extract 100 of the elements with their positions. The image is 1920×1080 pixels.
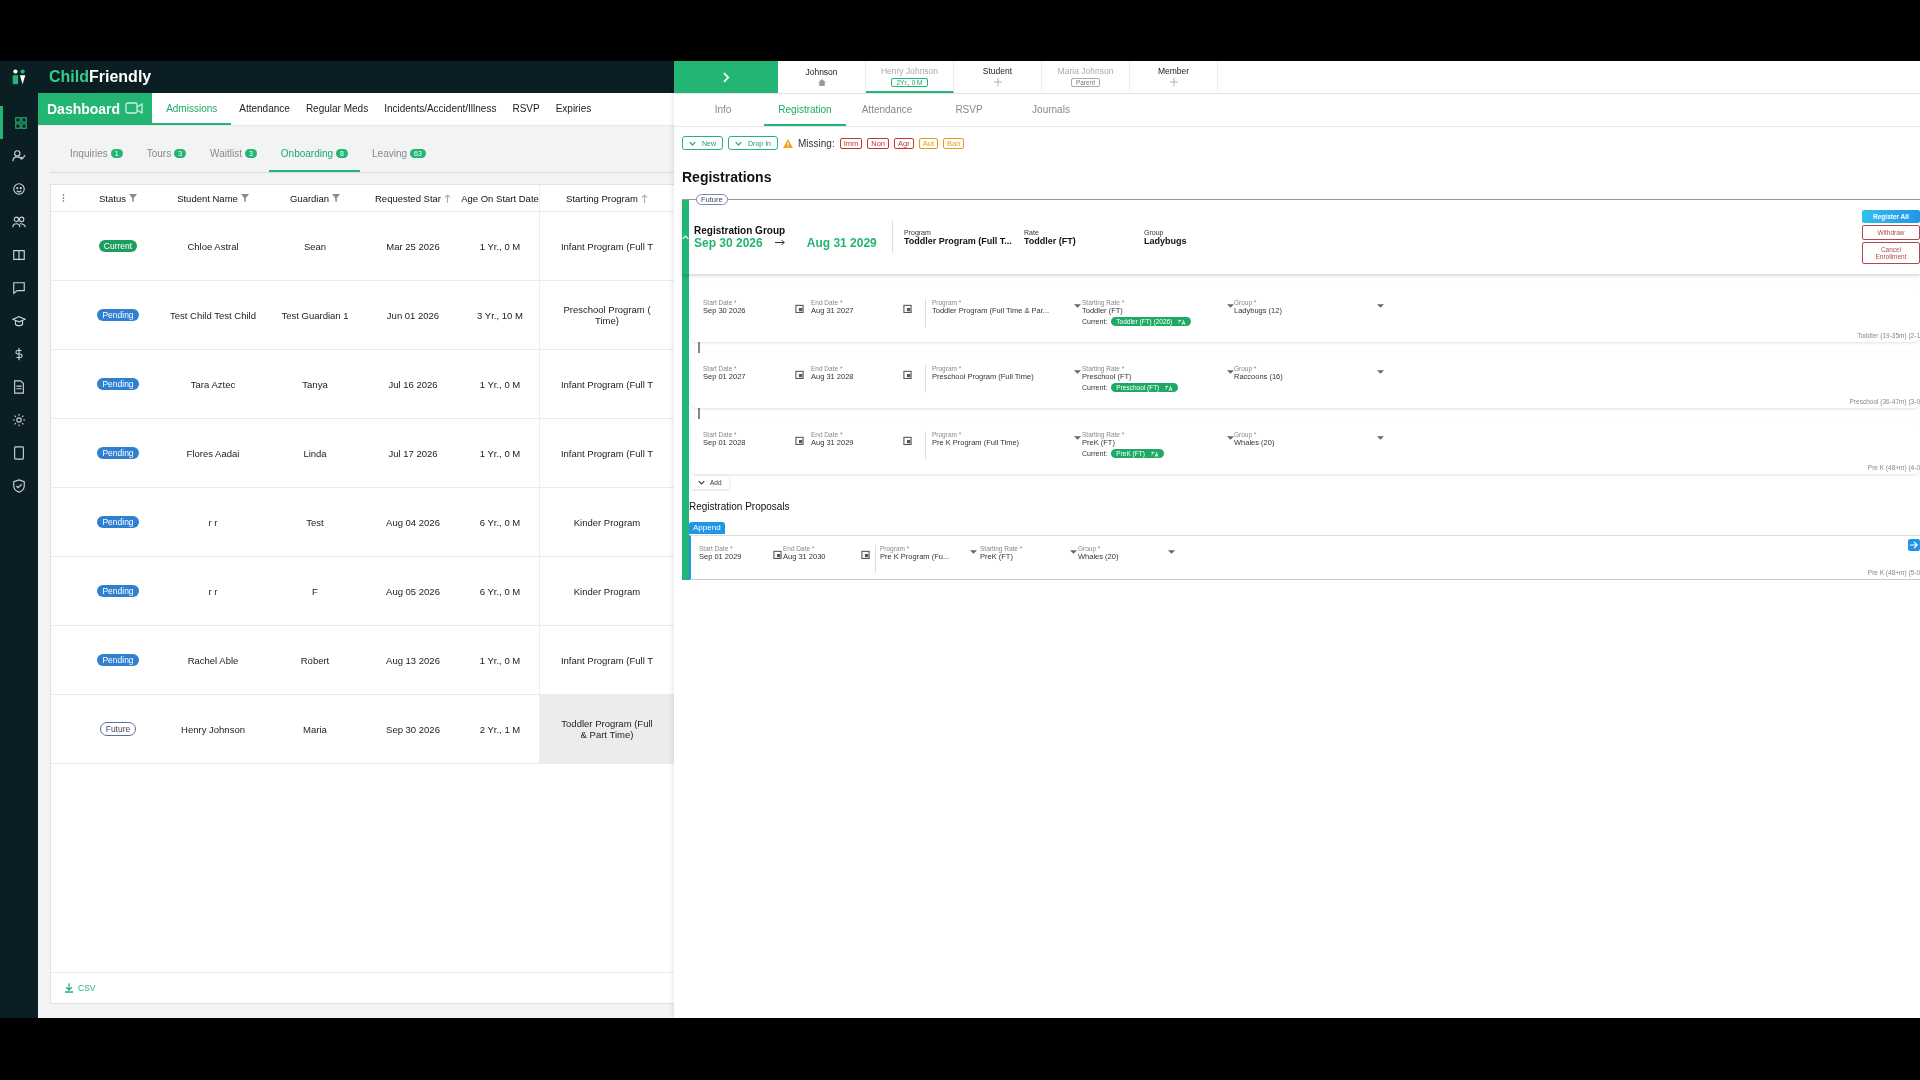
calendar-icon[interactable] [903, 436, 912, 445]
table-cell: Sep 30 2026 [386, 723, 440, 735]
translate-icon [1178, 318, 1187, 325]
dropdown-caret-icon[interactable] [1074, 304, 1081, 308]
table-cell: Infant Program (Full T [560, 240, 654, 252]
column-header[interactable]: Status [99, 192, 126, 204]
subtab-label: Onboarding [280, 147, 334, 159]
dropdown-caret-icon[interactable] [1070, 550, 1077, 554]
table-cell: Maria [303, 723, 327, 735]
dollar-icon [12, 346, 26, 361]
status-badge: Future [99, 722, 137, 736]
column-header[interactable]: Guardian [289, 192, 330, 204]
status-badge: Pending [97, 585, 139, 597]
table-cell: Tara Aztec [190, 378, 236, 390]
warning-icon [783, 138, 793, 148]
table-cell: 1 Yr., 0 M [479, 240, 521, 252]
logo-icon [10, 68, 28, 86]
status-badge: Current [98, 240, 138, 252]
chevron-down-icon [698, 480, 705, 485]
translate-icon [1165, 384, 1174, 391]
person-tab[interactable]: Student [954, 61, 1042, 93]
status-badge: Pending [97, 516, 139, 528]
table-cell: Infant Program (Full T [560, 378, 654, 390]
table-cell: 1 Yr., 0 M [479, 654, 521, 666]
filter-icon[interactable] [128, 194, 137, 202]
table-cell: Jul 16 2026 [388, 378, 438, 390]
logo[interactable]: ChildFriendly [49, 68, 152, 86]
status-badge: Pending [97, 378, 139, 390]
tab[interactable]: Info [682, 94, 764, 126]
tab[interactable]: Expiries [547, 93, 600, 125]
calendar-icon[interactable] [795, 304, 804, 313]
table-cell: Sean [303, 240, 327, 252]
chevron-down-icon [735, 140, 742, 146]
tab[interactable]: RSVP [928, 94, 1010, 126]
tab[interactable]: Journals [1010, 94, 1092, 126]
calendar-icon[interactable] [903, 304, 912, 313]
dashboard-title: Dashboard [47, 101, 121, 117]
column-header[interactable]: Requested Star [375, 192, 441, 204]
table-cell: Kinder Program [573, 585, 641, 597]
table-cell: Aug 13 2026 [386, 654, 440, 666]
subtab-label: Tours [146, 147, 172, 159]
calendar-icon[interactable] [795, 370, 804, 379]
tab[interactable]: Regular Meds [297, 93, 377, 125]
tab[interactable]: Attendance [231, 93, 298, 125]
document-icon [12, 379, 26, 394]
dropdown-caret-icon[interactable] [1227, 304, 1234, 308]
arrow-right-icon [1910, 541, 1918, 549]
subtab-label: Inquiries [70, 147, 108, 159]
table-cell: Jul 17 2026 [388, 447, 438, 459]
dropdown-caret-icon[interactable] [1074, 370, 1081, 374]
table-cell: Flores Aadai [186, 447, 240, 459]
submit-button[interactable] [1908, 539, 1920, 551]
dropdown-caret-icon[interactable] [1227, 436, 1234, 440]
dropdown-caret-icon[interactable] [1377, 370, 1384, 374]
gear-icon [12, 412, 26, 427]
table-cell: Test [306, 516, 324, 528]
table-cell: Rachel Able [187, 654, 239, 666]
table-cell: 3 Yr., 10 M [477, 309, 523, 321]
dropdown-caret-icon[interactable] [1377, 436, 1384, 440]
dropdown-caret-icon[interactable] [1074, 436, 1081, 440]
table-cell: Jun 01 2026 [386, 309, 440, 321]
dropdown-caret-icon[interactable] [970, 550, 977, 554]
section-subtitle: Registration Proposals [689, 501, 791, 512]
dropdown-caret-icon[interactable] [1227, 370, 1234, 374]
table-cell: Test Child Test Child [170, 309, 256, 321]
person-name: Student [982, 66, 1013, 76]
tab[interactable]: RSVP [504, 93, 548, 125]
person-tab[interactable]: Johnson [778, 61, 866, 93]
calendar-icon[interactable] [795, 436, 804, 445]
chevron-up-icon [682, 234, 689, 240]
dropdown-caret-icon[interactable] [1377, 304, 1384, 308]
calendar-icon[interactable] [861, 550, 870, 559]
filter-icon[interactable] [240, 194, 249, 202]
table-cell: 2 Yr., 1 M [479, 723, 521, 735]
column-header[interactable]: Age On Start Date [461, 192, 539, 204]
calendar-icon[interactable] [773, 550, 782, 559]
tab[interactable]: Incidents/Accident/Illness [376, 93, 505, 125]
end-date: Aug 31 2029 [806, 235, 877, 250]
summary-value: Ladybugs [1144, 235, 1188, 246]
chat-icon [12, 280, 26, 295]
start-date: Sep 30 2026 [694, 235, 763, 250]
column-header[interactable]: Starting Program [566, 192, 638, 204]
grid-icon [13, 115, 28, 130]
column-header[interactable]: Student Name [177, 192, 238, 204]
table-cell: 6 Yr., 0 M [479, 516, 521, 528]
status-badge: Pending [97, 309, 139, 321]
status-badge: Pending [97, 654, 139, 666]
kebab-menu-icon[interactable] [61, 193, 65, 203]
person-name: Johnson [805, 66, 838, 77]
calendar-icon[interactable] [903, 370, 912, 379]
append-tag: Append [689, 522, 725, 534]
tab[interactable]: Attendance [846, 94, 928, 126]
summary-value: Toddler Program (Full T... [904, 235, 1013, 246]
people-icon [12, 214, 26, 229]
filter-icon[interactable] [332, 194, 341, 202]
subtab-label: Waitlist [210, 147, 242, 159]
person-tab[interactable]: Member [1130, 61, 1218, 93]
table-cell: r r [208, 585, 218, 597]
dropdown-caret-icon[interactable] [1168, 550, 1175, 554]
table-cell: F [312, 585, 318, 597]
